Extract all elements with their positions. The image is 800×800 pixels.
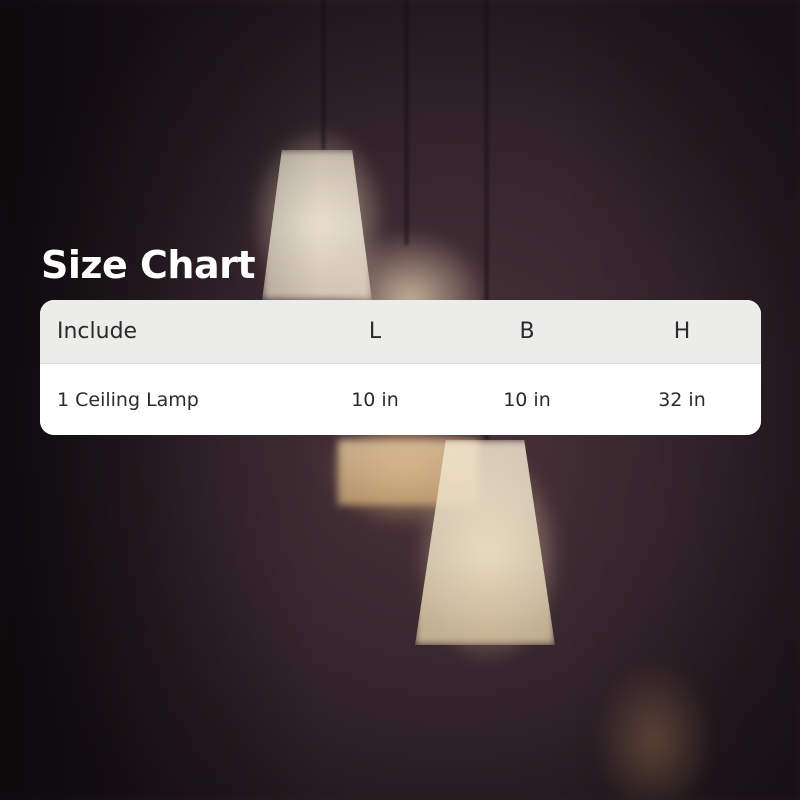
table-row: 1 Ceiling Lamp 10 in 10 in 32 in	[40, 364, 761, 435]
header-breadth: B	[519, 319, 535, 344]
size-chart-title: Size Chart	[41, 243, 256, 287]
header-length: L	[368, 319, 382, 344]
table-header-row: Include L B H	[40, 300, 761, 364]
cell-breadth: 10 in	[503, 388, 551, 411]
size-chart-table: Include L B H 1 Ceiling Lamp 10 in 10 in…	[40, 300, 761, 435]
cell-include: 1 Ceiling Lamp	[57, 388, 199, 411]
header-include: Include	[57, 319, 138, 344]
header-height: H	[673, 319, 691, 344]
cell-length: 10 in	[351, 388, 399, 411]
cell-height: 32 in	[658, 388, 706, 411]
